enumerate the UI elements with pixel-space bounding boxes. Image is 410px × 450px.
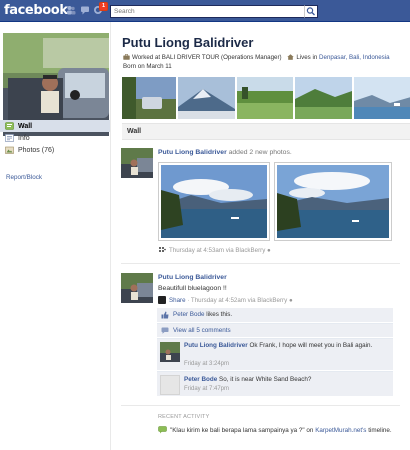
friend-requests-icon[interactable] <box>66 5 76 15</box>
view-all-comments-link[interactable]: View all 5 comments <box>157 323 393 337</box>
briefcase-icon <box>123 54 130 60</box>
likes-bar: Peter Bode likes this. <box>157 308 393 322</box>
likes-suffix: likes this. <box>206 311 233 318</box>
story-divider <box>121 405 400 406</box>
strip-photo[interactable] <box>295 77 352 119</box>
story-timestamp[interactable]: Thursday at 4:53am via BlackBerry <box>169 247 265 254</box>
strip-photo[interactable] <box>354 77 410 119</box>
work-text: Worked at BALI DRIVER TOUR (Operations M… <box>132 54 282 61</box>
story-header: Putu Liong Balidriver added 2 new photos… <box>158 149 292 156</box>
location-link[interactable]: Denpasar, Bali, Indonesia <box>319 54 390 61</box>
sidebar-item-photos[interactable]: Photos (76) <box>0 144 110 156</box>
story-timestamp[interactable]: · Thursday at 4:52am via BlackBerry <box>187 297 287 304</box>
recent-activity-text: "Klau kirim ke bali berapa lama sampainy… <box>170 427 314 434</box>
story-meta: Thursday at 4:53am via BlackBerry ● <box>158 246 271 254</box>
story-photo[interactable] <box>274 162 392 241</box>
commenter-link[interactable]: Peter Bode <box>184 376 217 383</box>
search-button[interactable] <box>304 5 318 18</box>
report-block-link[interactable]: Report/Block <box>6 174 42 181</box>
share-icon <box>158 296 166 304</box>
comment-text: So, it is near White Sand Beach? <box>219 376 312 383</box>
liker-link[interactable]: Peter Bode <box>173 311 205 318</box>
story-author-link[interactable]: Putu Liong Balidriver <box>158 274 227 281</box>
speech-bubble-icon <box>158 426 167 434</box>
photo-strip <box>122 77 410 119</box>
story-message: Beautifull bluelagoon !! <box>158 285 227 292</box>
search-input[interactable] <box>110 5 305 18</box>
top-bar: facebook 1 <box>0 0 410 22</box>
comments-icon <box>161 327 169 334</box>
comment: Peter Bode So, it is near White Sand Bea… <box>157 371 393 396</box>
wall-icon <box>5 122 14 130</box>
search-icon <box>306 7 315 16</box>
sidebar-item-label: Photos (76) <box>18 146 55 154</box>
wall-header-label: Wall <box>127 128 142 135</box>
info-icon <box>5 134 14 142</box>
photos-icon <box>5 146 14 154</box>
share-link[interactable]: Share <box>169 297 186 304</box>
strip-photo[interactable] <box>237 77 293 119</box>
recent-activity-item: "Klau kirim ke bali berapa lama sampainy… <box>158 426 392 434</box>
author-avatar[interactable] <box>121 273 153 303</box>
commenter-avatar[interactable] <box>160 375 180 395</box>
sidebar-item-info[interactable]: Info <box>0 132 110 144</box>
profile-name[interactable]: Putu Liong Balidriver <box>122 35 253 50</box>
profile-info-line: Worked at BALI DRIVER TOUR (Operations M… <box>123 54 390 61</box>
story-photo[interactable] <box>158 162 270 241</box>
globe-icon: ● <box>267 247 271 254</box>
like-thumb-icon <box>161 311 169 319</box>
author-avatar[interactable] <box>121 148 153 178</box>
timeline-owner-link[interactable]: KarpetMurah.net's <box>315 427 366 434</box>
recent-activity-label: RECENT ACTIVITY <box>158 414 210 420</box>
facebook-logo[interactable]: facebook <box>4 3 68 18</box>
comment-timestamp[interactable]: Friday at 3:24pm <box>184 361 229 367</box>
sidebar-item-label: Wall <box>18 122 33 130</box>
strip-photo[interactable] <box>122 77 176 119</box>
comment: Putu Liong Balidriver Ok Frank, I hope w… <box>157 338 393 370</box>
commenter-avatar[interactable] <box>160 342 180 362</box>
story-divider <box>121 263 400 264</box>
comment-text: Ok Frank, I hope will meet you in Bali a… <box>249 342 373 349</box>
story-meta: Share · Thursday at 4:52am via BlackBerr… <box>158 296 293 304</box>
lives-in-label: Lives in <box>296 54 318 61</box>
notification-count-badge: 1 <box>99 2 109 11</box>
story-author-link[interactable]: Putu Liong Balidriver <box>158 149 227 156</box>
messages-icon[interactable] <box>80 5 90 15</box>
strip-photo[interactable] <box>178 77 235 119</box>
left-sidebar: Wall Info Photos (76) Report/Block <box>0 22 110 450</box>
commenter-link[interactable]: Putu Liong Balidriver <box>184 342 248 349</box>
birthday-text: Born on March 11 <box>123 63 172 70</box>
wall-section-header: Wall <box>122 123 410 140</box>
recent-activity-suffix: timeline. <box>368 427 392 434</box>
sidebar-item-label: Info <box>18 134 30 142</box>
story-action-text: added 2 new photos. <box>228 149 292 156</box>
sidebar-item-wall[interactable]: Wall <box>0 120 110 132</box>
people-icon: ● <box>288 297 293 304</box>
home-icon <box>287 54 295 60</box>
comment-timestamp[interactable]: Friday at 7:47pm <box>184 386 229 392</box>
blackberry-icon <box>158 246 166 253</box>
